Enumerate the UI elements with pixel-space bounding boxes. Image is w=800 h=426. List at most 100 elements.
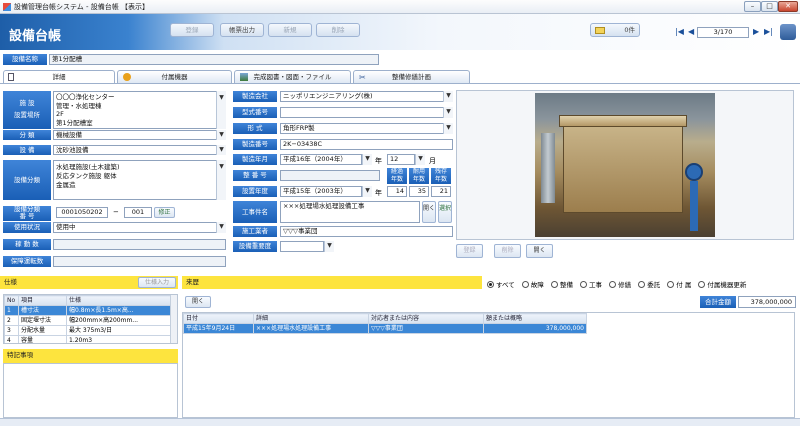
model-field[interactable] — [280, 107, 445, 118]
filter-repair[interactable]: 修繕 — [609, 280, 631, 289]
status-bar — [0, 418, 800, 426]
accessory-icon — [123, 73, 131, 81]
spec-cell: 4 — [4, 335, 19, 343]
tab-accessories[interactable]: 付属機器 — [117, 70, 232, 83]
report-output-button[interactable]: 帳票出力 — [220, 23, 264, 37]
work-open-button[interactable]: 開く — [422, 201, 436, 223]
history-title: 来歴 — [186, 278, 199, 286]
spec-cell: 容量 — [18, 335, 67, 343]
radio-icon — [580, 280, 588, 288]
service-life-value: 35 — [409, 186, 429, 197]
photo-delete-button[interactable]: 削除 — [494, 244, 521, 258]
pipe-left — [541, 133, 555, 203]
history-open-button[interactable]: 開く — [185, 296, 211, 308]
record-count-box[interactable]: 0件 — [590, 23, 640, 37]
equipment-field[interactable]: 沈砂池設備 — [53, 145, 218, 155]
maker-label: 製造会社 — [233, 91, 277, 102]
next-page-icon[interactable]: ▶ — [753, 27, 759, 36]
tab-details[interactable]: 詳細 — [3, 70, 115, 84]
filter-accessory-update[interactable]: 付属機器更新 — [698, 280, 746, 289]
equipment-dropdown-icon[interactable]: ▼ — [216, 145, 226, 155]
equipment-photo[interactable] — [535, 93, 715, 237]
spec-cell: 分配水量 — [18, 325, 67, 336]
spec-cell: 槽寸法 — [18, 305, 67, 316]
location-dropdown-icon[interactable]: ▼ — [216, 91, 226, 129]
maker-field[interactable]: ニッポリエンジニアリング(株) — [280, 91, 445, 102]
importance-dropdown-icon[interactable]: ▼ — [324, 241, 334, 252]
mfg-month-dropdown-icon[interactable]: ▼ — [415, 154, 425, 165]
spec-input-button[interactable]: 仕様入力 — [138, 277, 176, 288]
tab-maintenance-plan[interactable]: ✂ 整備修繕計画 — [353, 70, 470, 83]
prev-page-icon[interactable]: ◀ — [688, 27, 694, 36]
notes-area[interactable] — [3, 363, 178, 418]
install-year-suffix: 年 — [375, 189, 382, 197]
location-field[interactable]: 〇〇〇浄化センター 管理・水処理棟 2F 第1分配槽室 — [53, 91, 218, 129]
importance-field[interactable] — [280, 241, 324, 252]
photo-open-button[interactable]: 開く — [526, 244, 553, 258]
equipment-label: 設 備 — [3, 145, 51, 155]
new-button[interactable]: 新規 — [268, 23, 312, 37]
use-status-dropdown-icon[interactable]: ▼ — [216, 222, 226, 233]
notes-header: 特記事項 — [3, 349, 178, 363]
maker-dropdown-icon[interactable]: ▼ — [443, 91, 453, 102]
class-field[interactable]: 機械設備 — [53, 130, 218, 140]
pipe-right — [690, 181, 698, 231]
use-status-field[interactable]: 使用中 — [53, 222, 218, 233]
class-code-label: 設備分類 番 号 — [3, 206, 51, 221]
tab-documents[interactable]: 完成図書・図面・ファイル — [234, 70, 351, 83]
class-code-edit-button[interactable]: 修正 — [154, 207, 175, 218]
register-button[interactable]: 登録 — [170, 23, 214, 37]
spec-scrollbar[interactable] — [170, 295, 177, 343]
photo-register-button[interactable]: 登録 — [456, 244, 483, 258]
equipment-class-field[interactable]: 水処理施設(土木建築) 反応タンク施設 躯体 金属造 — [53, 160, 218, 200]
filter-failure[interactable]: 故障 — [521, 280, 544, 289]
filter-accessory[interactable]: 付 属 — [667, 280, 691, 289]
mfg-year-field[interactable]: 平成16年（2004年） — [280, 154, 362, 165]
table-row[interactable]: 3 分配水量 最大 375m3/日 — [4, 325, 172, 336]
maint-number-field[interactable] — [280, 170, 380, 181]
install-year-dropdown-icon[interactable]: ▼ — [362, 186, 372, 197]
work-select-button[interactable]: 選択 — [438, 201, 452, 223]
work-name-label: 工事件名 — [233, 201, 277, 223]
table-row[interactable]: 平成15年9月24日 ×××処理場水処理設備工事 ▽▽▽事業団 378,000,… — [183, 323, 587, 334]
filter-all[interactable]: すべて — [487, 280, 515, 289]
remaining-years-value: 21 — [431, 186, 451, 197]
minimize-button[interactable]: – — [744, 1, 761, 12]
mfg-month-field[interactable]: 12 — [387, 154, 415, 165]
first-page-icon[interactable]: |◀ — [675, 27, 684, 36]
remaining-years-header: 残存 年数 — [431, 168, 451, 184]
spec-cell: 1.20m3 — [66, 335, 172, 343]
form-type-field[interactable]: 角形FRP製 — [280, 123, 445, 134]
user-icon[interactable] — [780, 24, 796, 40]
work-name-field[interactable]: ×××処理場水処理設備工事 — [280, 201, 420, 223]
class-code-separator: − — [113, 208, 119, 216]
install-year-field[interactable]: 平成15年（2003年） — [280, 186, 362, 197]
maint-number-label: 整 番 号 — [233, 170, 277, 181]
table-row[interactable]: 1 槽寸法 幅0.8m×長1.5m×高... — [4, 305, 172, 316]
delete-button[interactable]: 削除 — [316, 23, 360, 37]
history-cell: 平成15年9月24日 — [183, 323, 254, 334]
use-status-label: 使用状況 — [3, 222, 51, 233]
radio-icon — [550, 280, 558, 288]
table-row[interactable]: 4 容量 1.20m3 — [4, 335, 172, 343]
table-row[interactable]: 2 固定堰寸法 幅200mm×高200mm... — [4, 315, 172, 326]
form-type-dropdown-icon[interactable]: ▼ — [443, 123, 453, 134]
serial-field[interactable]: 2K−03438C — [280, 139, 453, 150]
class-code-field-1[interactable]: 0001050202 — [56, 207, 108, 218]
contractor-field[interactable]: ▽▽▽事業団 — [280, 226, 453, 237]
run-count-field[interactable] — [53, 239, 226, 250]
filter-construction[interactable]: 工事 — [580, 280, 602, 289]
last-page-icon[interactable]: ▶| — [764, 27, 773, 36]
close-button[interactable]: ✕ — [778, 1, 798, 12]
maximize-button[interactable]: □ — [761, 1, 778, 12]
class-code-field-2[interactable]: 001 — [124, 207, 152, 218]
mfg-year-dropdown-icon[interactable]: ▼ — [362, 154, 372, 165]
facility-name-field[interactable]: 第1分配槽 — [49, 54, 379, 65]
model-dropdown-icon[interactable]: ▼ — [443, 107, 453, 118]
filter-outsource[interactable]: 委託 — [638, 280, 660, 289]
total-amount-label: 合計金額 — [700, 296, 736, 308]
class-dropdown-icon[interactable]: ▼ — [216, 130, 226, 140]
warranty-field[interactable] — [53, 256, 226, 267]
filter-maintenance[interactable]: 整備 — [550, 280, 573, 289]
equipment-class-dropdown-icon[interactable]: ▼ — [216, 160, 226, 200]
